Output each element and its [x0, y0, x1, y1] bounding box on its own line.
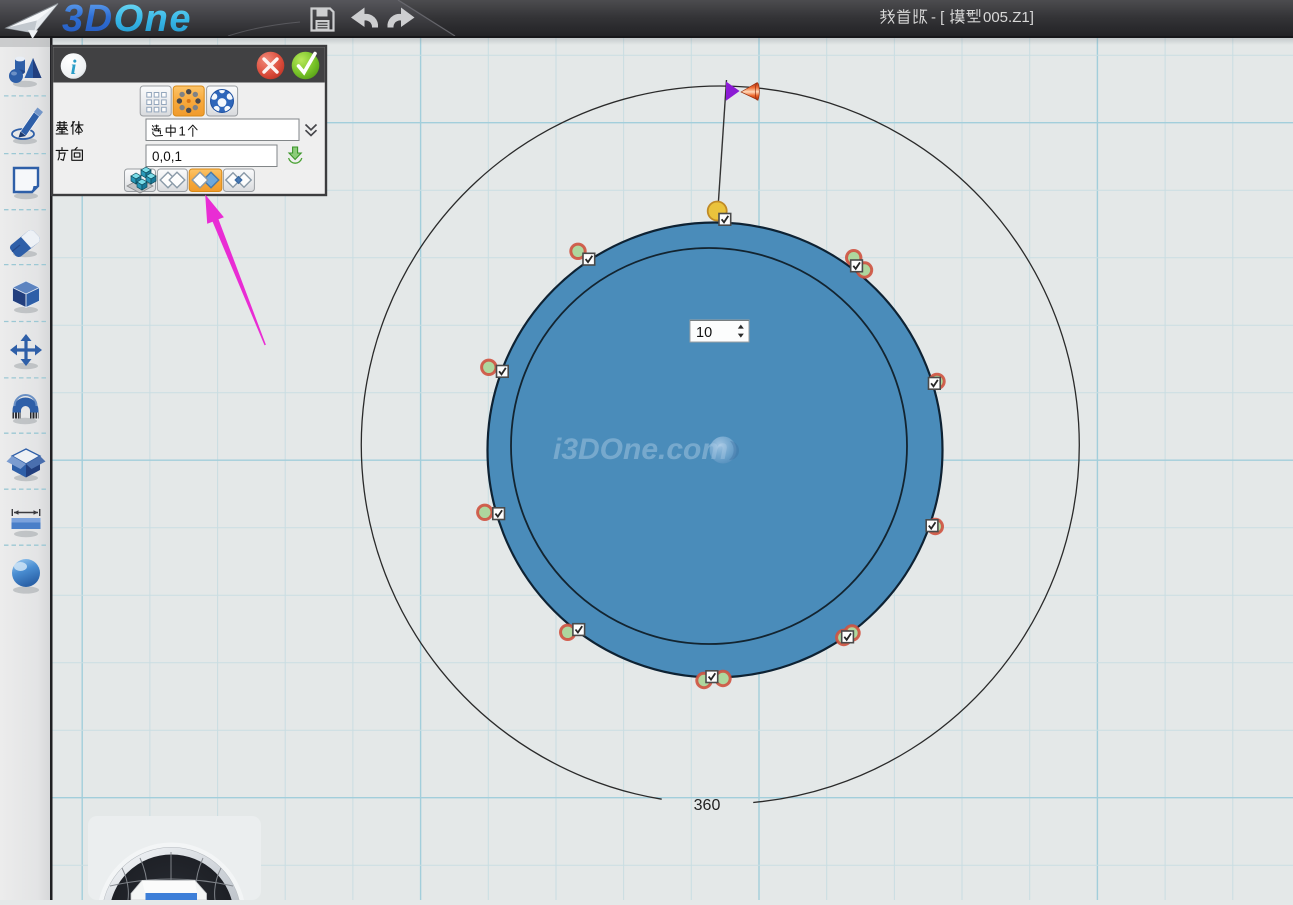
- svg-text:i3DOne.com: i3DOne.com: [553, 433, 728, 466]
- svg-text:10: 10: [696, 325, 712, 341]
- svg-text:360: 360: [694, 797, 721, 814]
- svg-text:- [: - [: [931, 9, 945, 26]
- svg-text:0,0,1: 0,0,1: [152, 149, 182, 164]
- svg-text:i: i: [71, 55, 77, 79]
- svg-text:005.Z1]: 005.Z1]: [983, 9, 1034, 26]
- svg-text:3DOne: 3DOne: [62, 0, 192, 40]
- svg-text:1: 1: [179, 124, 186, 139]
